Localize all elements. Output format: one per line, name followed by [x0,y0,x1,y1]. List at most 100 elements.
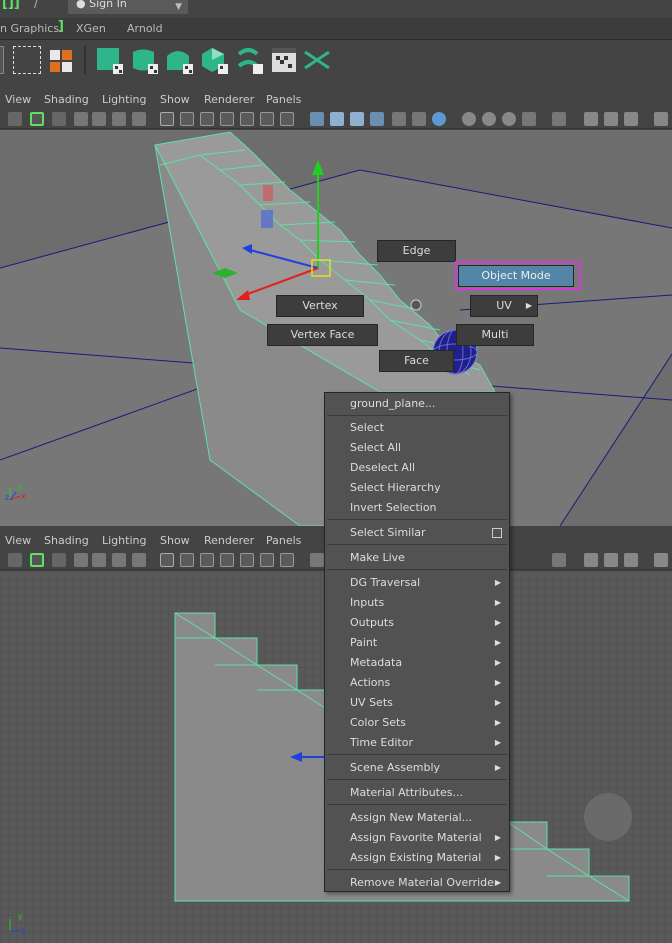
mm-vertex[interactable]: Vertex [276,295,364,317]
safe-action-icon[interactable] [260,553,274,567]
grease-pencil-icon[interactable] [132,112,146,126]
xray-components-icon[interactable] [604,112,618,126]
motion-blur-icon[interactable] [462,112,476,126]
camera-icon[interactable] [8,553,22,567]
menu-item-deselect-all[interactable]: Deselect All [325,458,509,478]
bookmark-icon[interactable] [74,112,88,126]
menu-lighting[interactable]: Lighting [102,93,146,106]
tab-graphics[interactable]: n Graphics [0,22,59,35]
menu-item-metadata[interactable]: Metadata ▶ [325,653,509,673]
uv-auto-icon[interactable] [200,46,228,74]
2d-pan-icon[interactable] [112,112,126,126]
depth-of-field-icon[interactable] [502,112,516,126]
menu-renderer[interactable]: Renderer [204,93,254,106]
bookmark-icon[interactable] [74,553,88,567]
2d-pan-icon[interactable] [112,553,126,567]
lights-icon[interactable] [392,112,406,126]
menu-shading[interactable]: Shading [44,93,89,106]
tab-arnold[interactable]: Arnold [127,22,163,35]
textured-icon[interactable] [370,112,384,126]
anti-alias-icon[interactable] [482,112,496,126]
menu-item-color-sets[interactable]: Color Sets ▶ [325,713,509,733]
menu-item-select-similar[interactable]: Select Similar [325,523,509,543]
camera-attr-icon[interactable] [52,553,66,567]
option-box-icon[interactable] [492,528,502,538]
ambient-occlusion-icon[interactable] [432,112,446,126]
menu-item-assign-new-material[interactable]: Assign New Material... [325,808,509,828]
exposure-icon[interactable] [624,112,638,126]
camera-icon[interactable] [8,112,22,126]
mm-vertex-face[interactable]: Vertex Face [267,324,378,346]
menu-show[interactable]: Show [160,534,190,547]
menu-item-select[interactable]: Select [325,418,509,438]
menu-item-assign-existing-material[interactable]: Assign Existing Material ▶ [325,848,509,868]
safe-title-icon[interactable] [280,553,294,567]
uv-transfer-icon[interactable] [235,46,263,74]
menu-item-select-hierarchy[interactable]: Select Hierarchy [325,478,509,498]
uv-sphere-icon[interactable] [165,46,193,74]
field-chart-icon[interactable] [240,553,254,567]
image-plane-icon[interactable] [92,553,106,567]
wireframe-icon[interactable] [310,112,324,126]
plane-handle[interactable] [263,185,273,201]
menu-item-outputs[interactable]: Outputs ▶ [325,613,509,633]
gamma-icon[interactable] [654,112,668,126]
menu-item-select-all[interactable]: Select All [325,438,509,458]
menu-renderer[interactable]: Renderer [204,534,254,547]
film-gate-icon[interactable] [180,112,194,126]
isolate-icon[interactable] [522,112,536,126]
shadows-icon[interactable] [412,112,426,126]
mm-multi[interactable]: Multi [456,324,534,346]
cut-sew-icon[interactable] [303,46,331,74]
xray-icon[interactable] [552,553,566,567]
uv-cylinder-icon[interactable] [130,46,158,74]
image-plane-icon[interactable] [92,112,106,126]
camera-attr-icon[interactable] [52,112,66,126]
exposure-icon[interactable] [624,553,638,567]
smooth-shade-icon[interactable] [330,112,344,126]
menu-item-invert-selection[interactable]: Invert Selection [325,498,509,518]
menu-panels[interactable]: Panels [266,534,301,547]
shelf-icon-partial[interactable] [0,46,4,74]
mm-uv[interactable]: UV ▶ [470,295,538,317]
menu-item-inputs[interactable]: Inputs ▶ [325,593,509,613]
gamma-icon[interactable] [654,553,668,567]
safe-action-icon[interactable] [260,112,274,126]
menu-view[interactable]: View [5,93,31,106]
mm-edge[interactable]: Edge [377,240,456,262]
menu-item-scene-assembly[interactable]: Scene Assembly ▶ [325,758,509,778]
gate-mask-icon[interactable] [220,553,234,567]
resolution-gate-icon[interactable] [200,112,214,126]
grid-icon[interactable] [160,553,174,567]
menu-item-make-live[interactable]: Make Live [325,548,509,568]
xray-components-icon[interactable] [604,553,618,567]
menu-item-assign-favorite-material[interactable]: Assign Favorite Material ▶ [325,828,509,848]
select-camera-icon[interactable] [30,112,44,126]
xray-joints-icon[interactable] [584,553,598,567]
tab-xgen[interactable]: XGen [76,22,106,35]
xray-icon[interactable] [552,112,566,126]
plane-handle[interactable] [261,210,273,228]
menu-item-material-attributes[interactable]: Material Attributes... [325,783,509,803]
menu-lighting[interactable]: Lighting [102,534,146,547]
wireframe-icon[interactable] [310,553,324,567]
menu-item-uv-sets[interactable]: UV Sets ▶ [325,693,509,713]
safe-title-icon[interactable] [280,112,294,126]
snap-icon[interactable] [13,46,41,74]
sign-in-button[interactable]: ● Sign In ▼ [68,0,188,14]
menu-view[interactable]: View [5,534,31,547]
layout-icon[interactable] [48,46,76,74]
menu-item-dg-traversal[interactable]: DG Traversal ▶ [325,573,509,593]
menu-panels[interactable]: Panels [266,93,301,106]
gate-mask-icon[interactable] [220,112,234,126]
menu-item-time-editor[interactable]: Time Editor ▶ [325,733,509,753]
grid-icon[interactable] [160,112,174,126]
menu-show[interactable]: Show [160,93,190,106]
uv-editor-icon[interactable] [270,46,298,74]
uv-plane-icon[interactable] [95,46,123,74]
menu-item-actions[interactable]: Actions ▶ [325,673,509,693]
film-gate-icon[interactable] [180,553,194,567]
select-camera-icon[interactable] [30,553,44,567]
sphere-side-view[interactable] [584,793,632,841]
menu-shading[interactable]: Shading [44,534,89,547]
